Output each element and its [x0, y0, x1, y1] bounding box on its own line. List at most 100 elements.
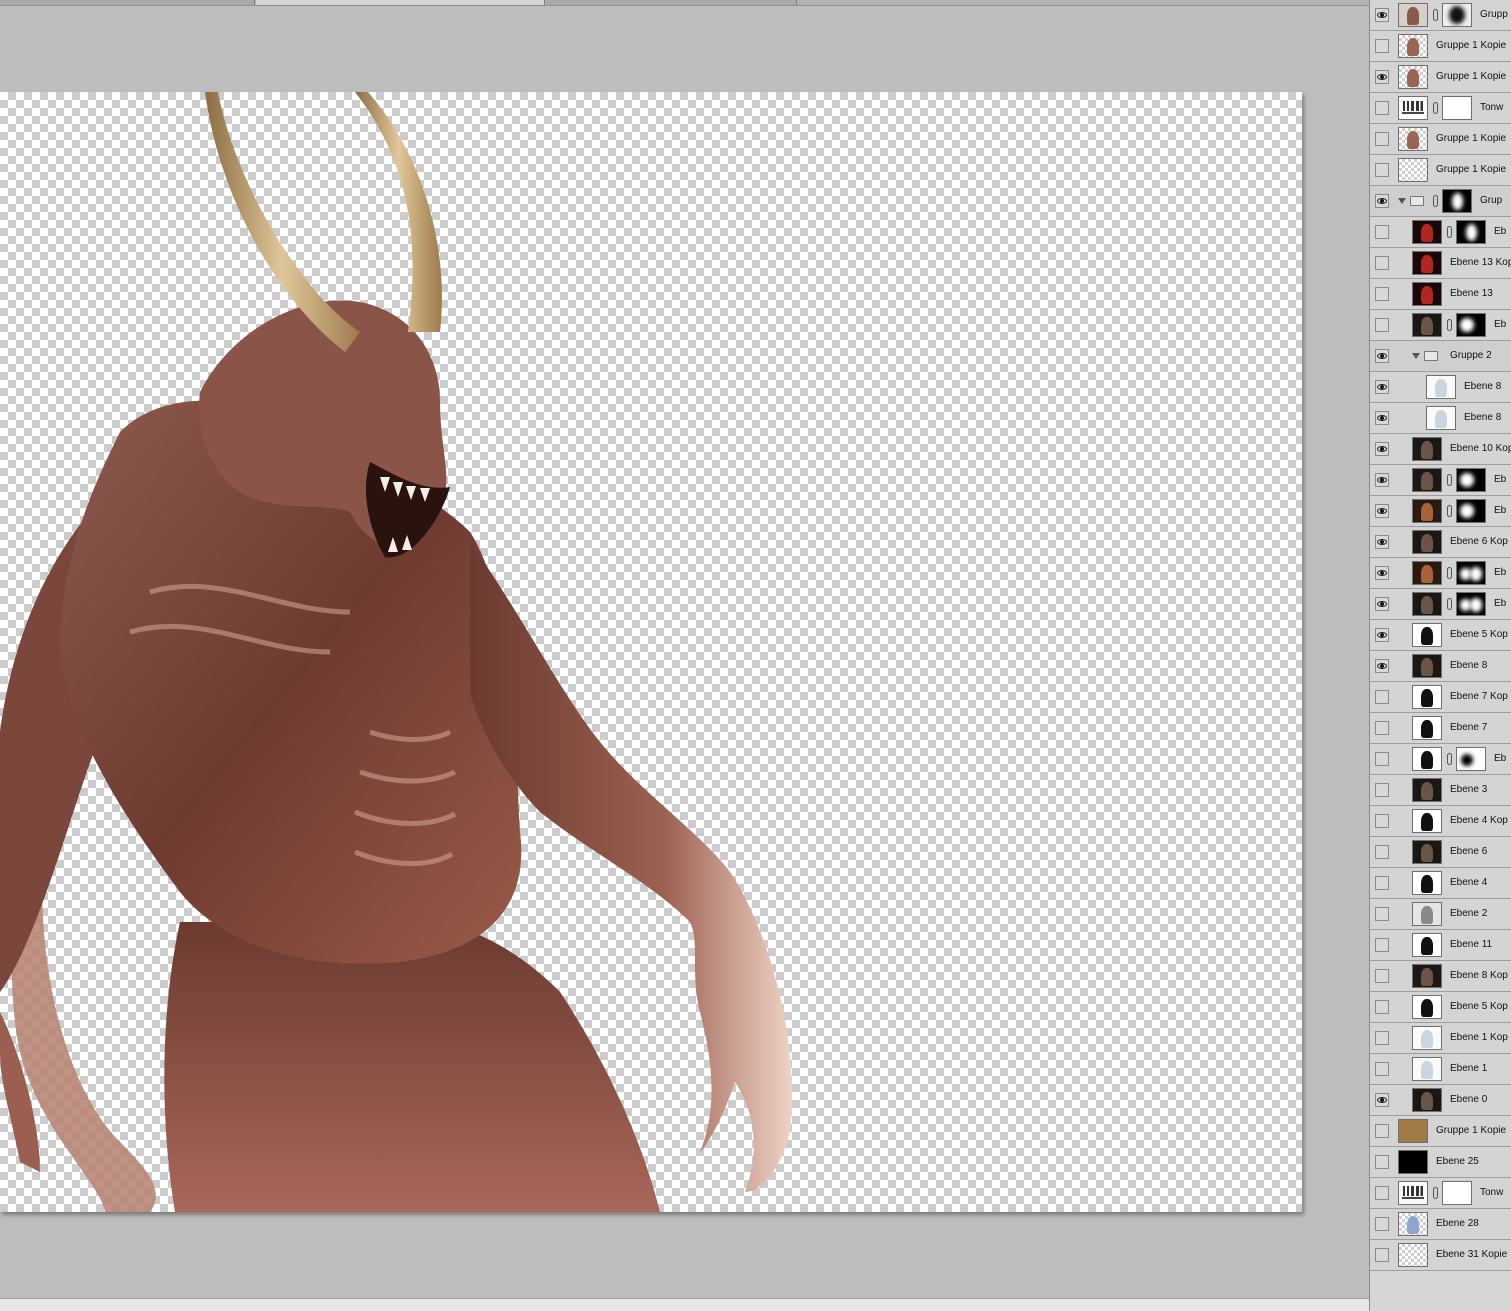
visibility-toggle[interactable] — [1375, 318, 1389, 332]
layer-mask-thumbnail[interactable] — [1456, 747, 1486, 771]
layer-row[interactable]: Ebene 4 — [1370, 868, 1511, 899]
visibility-toggle[interactable] — [1375, 690, 1389, 704]
layer-thumbnail[interactable] — [1412, 778, 1442, 802]
visibility-toggle[interactable] — [1375, 566, 1389, 580]
visibility-toggle[interactable] — [1375, 287, 1389, 301]
visibility-toggle[interactable] — [1375, 70, 1389, 84]
visibility-toggle[interactable] — [1375, 1124, 1389, 1138]
layer-row[interactable]: Ebene 11 — [1370, 930, 1511, 961]
visibility-toggle[interactable] — [1375, 1031, 1389, 1045]
layer-row[interactable]: Tonw — [1370, 1178, 1511, 1209]
visibility-toggle[interactable] — [1375, 349, 1389, 363]
layer-row[interactable]: Grupp — [1370, 0, 1511, 31]
layer-mask-thumbnail[interactable] — [1442, 1181, 1472, 1205]
layer-row[interactable]: Tonw — [1370, 93, 1511, 124]
layer-row[interactable]: Ebene 13 Kop — [1370, 248, 1511, 279]
layer-row[interactable]: Ebene 13 — [1370, 279, 1511, 310]
visibility-toggle[interactable] — [1375, 845, 1389, 859]
layer-row[interactable]: Ebene 7 Kop — [1370, 682, 1511, 713]
layer-thumbnail[interactable] — [1412, 902, 1442, 926]
layer-mask-thumbnail[interactable] — [1456, 592, 1486, 616]
layer-mask-thumbnail[interactable] — [1456, 313, 1486, 337]
layer-row[interactable]: Ebene 2 — [1370, 899, 1511, 930]
visibility-toggle[interactable] — [1375, 411, 1389, 425]
layer-thumbnail[interactable] — [1412, 809, 1442, 833]
layer-row[interactable]: Ebene 0 — [1370, 1085, 1511, 1116]
layer-row[interactable]: Grup — [1370, 186, 1511, 217]
layer-thumbnail[interactable] — [1412, 251, 1442, 275]
visibility-toggle[interactable] — [1375, 8, 1389, 22]
layer-thumbnail[interactable] — [1412, 530, 1442, 554]
visibility-toggle[interactable] — [1375, 783, 1389, 797]
visibility-toggle[interactable] — [1375, 752, 1389, 766]
layer-row[interactable]: Ebene 8 Kop — [1370, 961, 1511, 992]
visibility-toggle[interactable] — [1375, 194, 1389, 208]
layer-thumbnail[interactable] — [1412, 499, 1442, 523]
expand-triangle-icon[interactable] — [1412, 353, 1420, 359]
layer-row[interactable]: Ebene 8 — [1370, 651, 1511, 682]
layer-row[interactable]: Eb — [1370, 744, 1511, 775]
layer-thumbnail[interactable] — [1412, 995, 1442, 1019]
visibility-toggle[interactable] — [1375, 163, 1389, 177]
layer-mask-thumbnail[interactable] — [1456, 468, 1486, 492]
link-chain-icon[interactable] — [1433, 1187, 1438, 1199]
document-tab-3[interactable] — [546, 0, 797, 5]
layer-thumbnail[interactable] — [1398, 1150, 1428, 1174]
document-tab-2[interactable] — [256, 0, 545, 5]
layer-row[interactable]: Ebene 8 — [1370, 372, 1511, 403]
link-chain-icon[interactable] — [1433, 195, 1438, 207]
layer-thumbnail[interactable] — [1398, 1212, 1428, 1236]
link-chain-icon[interactable] — [1433, 102, 1438, 114]
layer-row[interactable]: Eb — [1370, 310, 1511, 341]
layer-row[interactable]: Ebene 8 — [1370, 403, 1511, 434]
visibility-toggle[interactable] — [1375, 39, 1389, 53]
layer-row[interactable]: Eb — [1370, 589, 1511, 620]
visibility-toggle[interactable] — [1375, 907, 1389, 921]
link-chain-icon[interactable] — [1447, 753, 1452, 765]
visibility-toggle[interactable] — [1375, 659, 1389, 673]
layer-thumbnail[interactable] — [1412, 282, 1442, 306]
document-tab-1[interactable] — [0, 0, 255, 5]
link-chain-icon[interactable] — [1447, 226, 1452, 238]
visibility-toggle[interactable] — [1375, 938, 1389, 952]
link-chain-icon[interactable] — [1433, 9, 1438, 21]
layer-thumbnail[interactable] — [1412, 468, 1442, 492]
visibility-toggle[interactable] — [1375, 721, 1389, 735]
layer-thumbnail[interactable] — [1398, 34, 1428, 58]
layer-thumbnail[interactable] — [1412, 1026, 1442, 1050]
layer-row[interactable]: Ebene 28 — [1370, 1209, 1511, 1240]
layer-thumbnail[interactable] — [1412, 840, 1442, 864]
layer-row[interactable]: Ebene 6 Kop — [1370, 527, 1511, 558]
visibility-toggle[interactable] — [1375, 504, 1389, 518]
layer-row[interactable]: Ebene 5 Kop — [1370, 992, 1511, 1023]
layer-row[interactable]: Eb — [1370, 558, 1511, 589]
layer-row[interactable]: Ebene 31 Kopie — [1370, 1240, 1511, 1271]
visibility-toggle[interactable] — [1375, 597, 1389, 611]
layer-thumbnail[interactable] — [1412, 623, 1442, 647]
layer-row[interactable]: Gruppe 1 Kopie — [1370, 1116, 1511, 1147]
link-chain-icon[interactable] — [1447, 567, 1452, 579]
visibility-toggle[interactable] — [1375, 1093, 1389, 1107]
visibility-toggle[interactable] — [1375, 256, 1389, 270]
visibility-toggle[interactable] — [1375, 969, 1389, 983]
link-chain-icon[interactable] — [1447, 598, 1452, 610]
visibility-toggle[interactable] — [1375, 1000, 1389, 1014]
layer-thumbnail[interactable] — [1398, 1243, 1428, 1267]
layer-thumbnail[interactable] — [1412, 1088, 1442, 1112]
layer-row[interactable]: Ebene 3 — [1370, 775, 1511, 806]
layer-thumbnail[interactable] — [1398, 1119, 1428, 1143]
layer-thumbnail[interactable] — [1398, 3, 1428, 27]
layer-thumbnail[interactable] — [1412, 220, 1442, 244]
layer-thumbnail[interactable] — [1426, 375, 1456, 399]
visibility-toggle[interactable] — [1375, 442, 1389, 456]
layer-row[interactable]: Ebene 5 Kop — [1370, 620, 1511, 651]
layer-row[interactable]: Ebene 7 — [1370, 713, 1511, 744]
layer-row[interactable]: Ebene 4 Kop — [1370, 806, 1511, 837]
layer-row[interactable]: Ebene 6 — [1370, 837, 1511, 868]
layers-panel[interactable]: Grupp Gruppe 1 Kopie Gruppe 1 Kopie Tonw Gru… — [1369, 0, 1511, 1311]
canvas-workspace[interactable] — [0, 6, 1369, 1298]
layer-mask-thumbnail[interactable] — [1442, 189, 1472, 213]
document-canvas[interactable] — [0, 92, 1302, 1212]
link-chain-icon[interactable] — [1447, 474, 1452, 486]
layer-thumbnail[interactable] — [1398, 158, 1428, 182]
